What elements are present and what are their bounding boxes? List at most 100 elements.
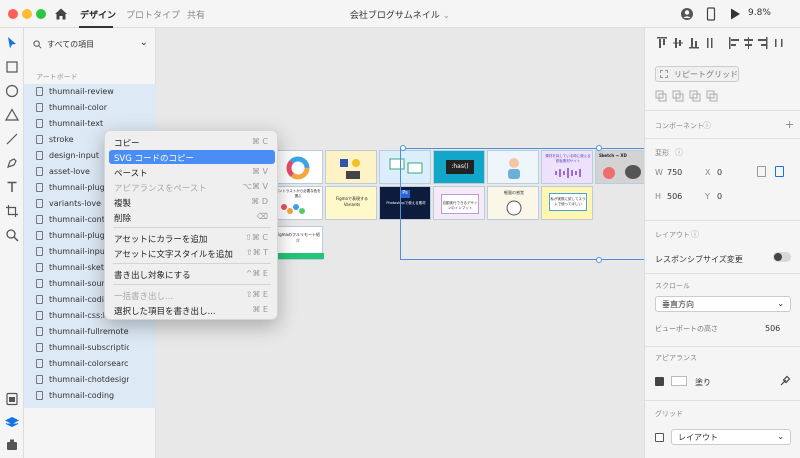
toggle-knob — [774, 253, 782, 261]
responsive-resize-label: レスポンシブサイズ変更 — [655, 255, 743, 264]
list-item[interactable]: thumnail-subscription — [24, 340, 156, 356]
mobile-preview-icon[interactable] — [704, 7, 718, 21]
tab-prototype[interactable]: プロトタイプ — [126, 8, 180, 21]
grid-type-select[interactable]: レイアウト ⌄ — [671, 429, 791, 445]
artboard-thumbnail[interactable]: Figmaで表現するVariants — [325, 186, 377, 220]
portrait-icon[interactable] — [757, 166, 766, 177]
viewport-height-input[interactable]: 506 — [765, 324, 780, 333]
info-icon[interactable]: ⓘ — [691, 229, 699, 240]
boolean-ops-icons[interactable] — [655, 90, 725, 102]
select-tool-icon[interactable] — [5, 36, 19, 50]
artboard-thumbnail[interactable]: Figmaのフルリモート紹介 — [271, 226, 324, 260]
list-item[interactable]: thumnail-chotdesign — [24, 372, 156, 388]
artboard-icon — [36, 311, 43, 320]
scroll-direction-select[interactable]: 垂直方向 ⌄ — [655, 296, 791, 312]
polygon-tool-icon[interactable] — [5, 108, 19, 122]
rectangle-tool-icon[interactable] — [5, 60, 19, 74]
menu-item-add-color-asset[interactable]: アセットにカラーを追加 ⇧⌘ C — [109, 231, 275, 245]
list-item[interactable]: thumnail-coding — [24, 388, 156, 404]
repeat-grid-button[interactable]: リピートグリッド — [655, 66, 739, 82]
y-input[interactable]: 0 — [717, 192, 722, 201]
height-label: H — [655, 192, 662, 201]
artboard-icon — [36, 183, 43, 192]
layer-filter-label: すべての項目 — [47, 40, 95, 49]
menu-item-add-text-style-asset[interactable]: アセットに文字スタイルを追加 ⇧⌘ T — [109, 246, 275, 260]
close-window-button[interactable] — [8, 9, 18, 19]
zoom-tool-icon[interactable] — [5, 228, 19, 242]
home-icon[interactable] — [54, 7, 68, 21]
y-label: Y — [705, 192, 710, 201]
list-item[interactable]: thumnail-colorsearch — [24, 356, 156, 372]
artboard-icon — [36, 199, 43, 208]
menu-item-paste-appearance: アピアランスをペースト ⌥⌘ V — [114, 182, 268, 194]
zoom-level[interactable]: 9.8% — [748, 8, 771, 18]
info-icon[interactable]: ⓘ — [675, 147, 683, 158]
transform-label: 変形 — [655, 149, 669, 157]
artboard-icon — [36, 327, 43, 336]
grid-checkbox[interactable] — [655, 433, 664, 442]
artboard-icon — [36, 87, 43, 96]
artboard-thumbnail[interactable]: コントラストから必要な色を選ぶ — [271, 186, 323, 220]
menu-item-duplicate[interactable]: 複製 ⌘ D — [109, 195, 275, 209]
artboard-thumbnail[interactable] — [325, 150, 377, 184]
artboard-icon — [36, 167, 43, 176]
list-item[interactable]: thumnail-fullremote — [24, 324, 156, 340]
chevron-down-icon: ⌄ — [777, 299, 784, 308]
artboard-icon — [36, 215, 43, 224]
ellipse-tool-icon[interactable] — [5, 84, 19, 98]
document-title-text: 会社ブログサムネイル — [349, 11, 440, 21]
divider — [645, 400, 800, 401]
artboard-thumbnail[interactable] — [271, 150, 323, 184]
artboard-icon — [36, 135, 43, 144]
list-item[interactable]: thumnail-review — [24, 84, 156, 100]
menu-item-copy[interactable]: コピー ⌘ C — [109, 135, 275, 149]
menu-item-mark-for-export[interactable]: 書き出し対象にする ^⌘ E — [109, 267, 275, 281]
responsive-resize-toggle[interactable] — [773, 252, 791, 262]
minimize-window-button[interactable] — [22, 9, 32, 19]
pen-tool-icon[interactable] — [5, 156, 19, 170]
chevron-down-icon[interactable]: ⌄ — [140, 37, 148, 48]
tab-design[interactable]: デザイン — [80, 8, 116, 21]
text-tool-icon[interactable] — [5, 180, 19, 194]
add-component-icon[interactable]: + — [785, 118, 794, 131]
chevron-down-icon: ⌄ — [777, 432, 784, 441]
resize-handle[interactable] — [400, 145, 406, 151]
width-input[interactable]: 750 — [667, 168, 682, 177]
menu-item-paste[interactable]: ペースト ⌘ V — [109, 165, 275, 179]
eyedropper-icon[interactable] — [779, 375, 791, 387]
divider — [645, 110, 800, 111]
scroll-label: スクロール — [655, 282, 690, 290]
menu-item-delete[interactable]: 削除 ⌫ — [109, 210, 275, 224]
info-icon[interactable]: ⓘ — [703, 120, 711, 131]
resize-handle[interactable] — [596, 145, 602, 151]
document-assets-icon[interactable] — [5, 392, 19, 406]
align-icons[interactable] — [655, 36, 791, 50]
folder-icon[interactable] — [775, 166, 784, 177]
illustration-image — [340, 159, 360, 179]
play-icon[interactable] — [728, 7, 742, 21]
divider — [645, 346, 800, 347]
list-item[interactable]: thumnail-color — [24, 100, 156, 116]
fill-color-swatch[interactable] — [671, 376, 687, 386]
artboard-tool-icon[interactable] — [5, 204, 19, 218]
artboard-icon — [36, 391, 43, 400]
x-input[interactable]: 0 — [717, 168, 722, 177]
menu-item-export-selected[interactable]: 選択した項目を書き出し... ⌘ E — [109, 303, 275, 317]
menu-item-copy-svg[interactable]: SVG コードのコピー — [109, 150, 275, 164]
artboard-icon — [36, 103, 43, 112]
green-bar — [272, 253, 324, 259]
resize-handle[interactable] — [596, 257, 602, 263]
repeat-grid-icon — [660, 70, 668, 78]
account-icon[interactable] — [680, 7, 694, 21]
layers-icon[interactable] — [5, 416, 19, 430]
maximize-window-button[interactable] — [36, 9, 46, 19]
plugins-icon[interactable] — [5, 438, 19, 452]
line-tool-icon[interactable] — [5, 132, 19, 146]
artboard-icon — [36, 375, 43, 384]
tab-share[interactable]: 共有 — [187, 8, 205, 21]
layer-search[interactable]: すべての項目 ⌄ — [30, 36, 150, 54]
height-input[interactable]: 506 — [667, 192, 682, 201]
search-icon — [33, 40, 42, 49]
document-title[interactable]: 会社ブログサムネイル ⌄ — [340, 8, 460, 21]
fill-checkbox[interactable] — [655, 377, 664, 386]
